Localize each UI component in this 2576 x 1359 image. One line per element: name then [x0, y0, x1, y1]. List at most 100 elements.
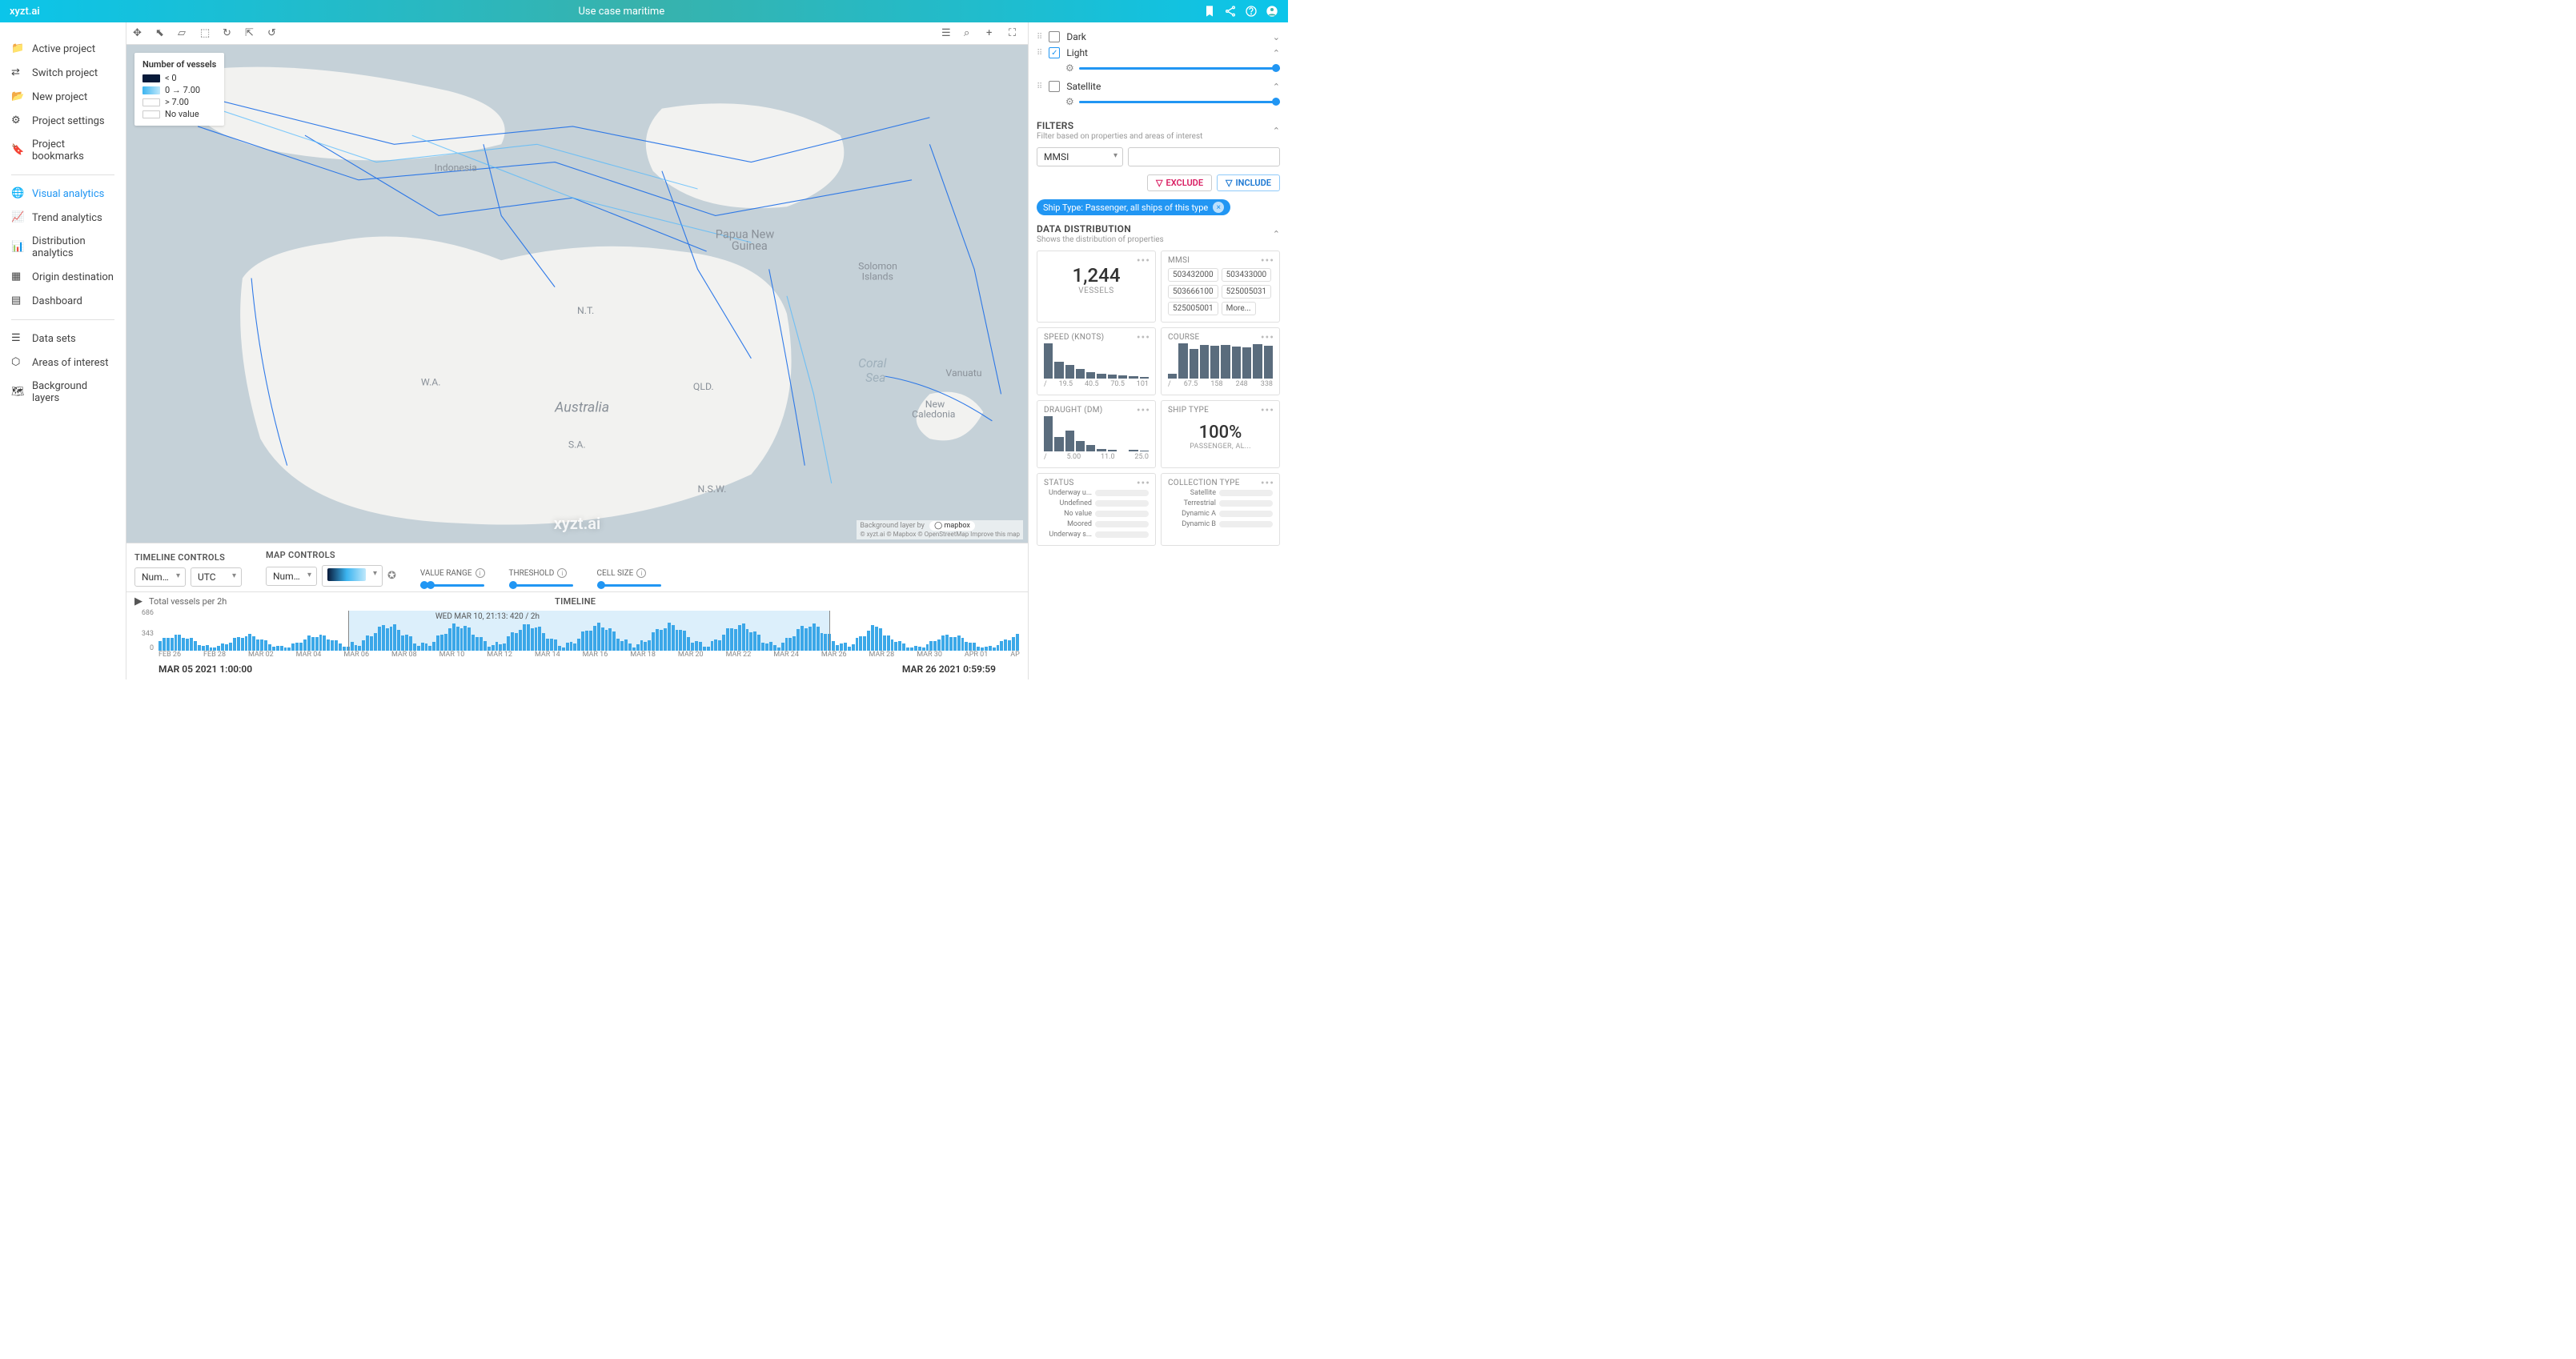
- pan-icon[interactable]: ✥: [133, 27, 146, 40]
- drag-handle-icon[interactable]: ⠿: [1037, 49, 1042, 58]
- filter-value-input[interactable]: [1128, 147, 1280, 166]
- mmsi-tag[interactable]: 503666100: [1168, 285, 1218, 299]
- sidebar-item-dashboard[interactable]: ▤Dashboard: [0, 289, 126, 313]
- threshold-label: THRESHOLD: [509, 569, 555, 578]
- search-icon[interactable]: ⌕: [964, 27, 977, 40]
- aoi-icon: ⬡: [11, 356, 24, 369]
- sidebar-item-origin-destination[interactable]: ▦Origin destination: [0, 265, 126, 289]
- dark-checkbox[interactable]: [1049, 31, 1060, 42]
- value-range-slider[interactable]: [420, 584, 484, 587]
- sidebar-item-project-bookmarks[interactable]: 🔖Project bookmarks: [0, 133, 126, 168]
- lasso-icon[interactable]: ⬚: [200, 27, 213, 40]
- sidebar-item-label: Visual analytics: [32, 188, 104, 200]
- map-value-select[interactable]: Num…: [266, 567, 317, 586]
- info-icon[interactable]: i: [475, 568, 485, 578]
- sidebar-item-new-project[interactable]: 📂New project: [0, 85, 126, 109]
- opacity-slider[interactable]: [1079, 67, 1280, 70]
- mmsi-tag[interactable]: 525005031: [1222, 285, 1272, 299]
- card-menu-icon[interactable]: •••: [1137, 255, 1150, 267]
- timeline-value-select[interactable]: Num…: [134, 567, 186, 587]
- x-tick: 5.00: [1067, 453, 1081, 461]
- map-label: Caledonia: [912, 408, 955, 419]
- opacity-slider[interactable]: [1079, 101, 1280, 103]
- box-select-icon[interactable]: ▱: [178, 27, 191, 40]
- exclude-button[interactable]: ▽EXCLUDE: [1147, 174, 1212, 191]
- drag-handle-icon[interactable]: ⠿: [1037, 82, 1042, 91]
- hbar-label: Underway s...: [1044, 531, 1092, 539]
- threshold-slider[interactable]: [509, 584, 573, 587]
- close-icon[interactable]: ×: [1213, 202, 1224, 213]
- sidebar-item-visual-analytics[interactable]: 🌐Visual analytics: [0, 182, 126, 206]
- x-tick: FEB 28: [203, 651, 226, 662]
- card-menu-icon[interactable]: •••: [1137, 331, 1150, 344]
- dist-bar: [1108, 375, 1117, 379]
- map[interactable]: Australia Papua New Guinea Coral Sea Ind…: [126, 45, 1028, 543]
- hbar-track: [1219, 521, 1273, 527]
- x-tick: MAR 12: [487, 651, 512, 662]
- satellite-checkbox[interactable]: [1049, 81, 1060, 92]
- card-menu-icon[interactable]: •••: [1137, 404, 1150, 417]
- timeline-bar: [295, 643, 299, 651]
- card-menu-icon[interactable]: •••: [1261, 255, 1274, 267]
- fullscreen-icon[interactable]: ⛶: [1009, 27, 1021, 40]
- mmsi-tag[interactable]: More...: [1222, 302, 1256, 315]
- collection-card: ••• COLLECTION TYPE SatelliteTerrestrial…: [1161, 473, 1280, 546]
- gear-icon[interactable]: ⚙: [1065, 96, 1074, 107]
- select-icon[interactable]: ⬉: [155, 27, 168, 40]
- drag-handle-icon[interactable]: ⠿: [1037, 33, 1042, 42]
- card-menu-icon[interactable]: •••: [1261, 404, 1274, 417]
- card-menu-icon[interactable]: •••: [1137, 477, 1150, 490]
- timezone-select[interactable]: UTC: [191, 567, 242, 587]
- sidebar-item-distribution-analytics[interactable]: 📊Distribution analytics: [0, 230, 126, 265]
- chevron-up-icon[interactable]: ⌃: [1273, 48, 1280, 58]
- timeline-chart[interactable]: WED MAR 10, 21:13: 420 / 2h: [158, 611, 1020, 651]
- help-icon[interactable]: [1245, 5, 1258, 18]
- hbar-track: [1095, 531, 1149, 538]
- mmsi-tag[interactable]: 503433000: [1222, 268, 1272, 282]
- card-menu-icon[interactable]: •••: [1261, 331, 1274, 344]
- info-icon[interactable]: i: [557, 568, 567, 578]
- sidebar-item-switch-project[interactable]: ⇄Switch project: [0, 61, 126, 85]
- filter-chip[interactable]: Ship Type: Passenger, all ships of this …: [1037, 199, 1230, 215]
- legend-label: No value: [165, 109, 199, 119]
- chevron-up-icon[interactable]: ⌃: [1273, 126, 1280, 136]
- hbar-track: [1095, 511, 1149, 517]
- zoom-in-icon[interactable]: +: [986, 27, 999, 40]
- list-icon[interactable]: ☰: [941, 27, 954, 40]
- include-button[interactable]: ▽INCLUDE: [1217, 174, 1280, 191]
- reset-icon[interactable]: ↺: [267, 27, 280, 40]
- sidebar-item-data-sets[interactable]: ☰Data sets: [0, 327, 126, 351]
- mmsi-tag[interactable]: 525005001: [1168, 302, 1218, 315]
- gear-icon[interactable]: ⚙: [1065, 62, 1074, 74]
- compass-icon[interactable]: ✪: [387, 570, 396, 582]
- filters-title: FILTERS: [1037, 120, 1202, 131]
- timeline-bar: [158, 641, 162, 651]
- refresh-icon[interactable]: ↻: [223, 27, 235, 40]
- sidebar-item-project-settings[interactable]: ⚙Project settings: [0, 109, 126, 133]
- sidebar-item-areas-of-interest[interactable]: ⬡Areas of interest: [0, 351, 126, 375]
- bookmark-icon[interactable]: [1203, 5, 1216, 18]
- info-icon[interactable]: i: [636, 568, 646, 578]
- timeline-bar: [945, 635, 949, 651]
- filter-property-select[interactable]: MMSI: [1037, 147, 1123, 166]
- play-icon[interactable]: ▶: [134, 595, 142, 607]
- light-checkbox[interactable]: ✓: [1049, 47, 1060, 58]
- sidebar-item-active-project[interactable]: 📁Active project: [0, 37, 126, 61]
- cell-size-slider[interactable]: [597, 584, 661, 587]
- chevron-up-icon[interactable]: ⌃: [1273, 82, 1280, 92]
- export-icon[interactable]: ⇱: [245, 27, 258, 40]
- card-menu-icon[interactable]: •••: [1261, 477, 1274, 490]
- card-title: DRAUGHT (DM): [1044, 406, 1149, 415]
- bookmark-icon: 🔖: [11, 144, 24, 157]
- chevron-down-icon[interactable]: ⌄: [1273, 32, 1280, 42]
- share-icon[interactable]: [1224, 5, 1237, 18]
- sidebar-item-trend-analytics[interactable]: 📈Trend analytics: [0, 206, 126, 230]
- x-tick: MAR 24: [773, 651, 799, 662]
- sidebar-item-background-layers[interactable]: 🗺Background layers: [0, 375, 126, 410]
- mmsi-tag[interactable]: 503432000: [1168, 268, 1218, 282]
- chevron-up-icon[interactable]: ⌃: [1273, 229, 1280, 239]
- timeline-bar: [245, 636, 248, 651]
- account-icon[interactable]: [1266, 5, 1278, 18]
- gradient-select[interactable]: [322, 565, 383, 587]
- swap-icon: ⇄: [11, 66, 24, 79]
